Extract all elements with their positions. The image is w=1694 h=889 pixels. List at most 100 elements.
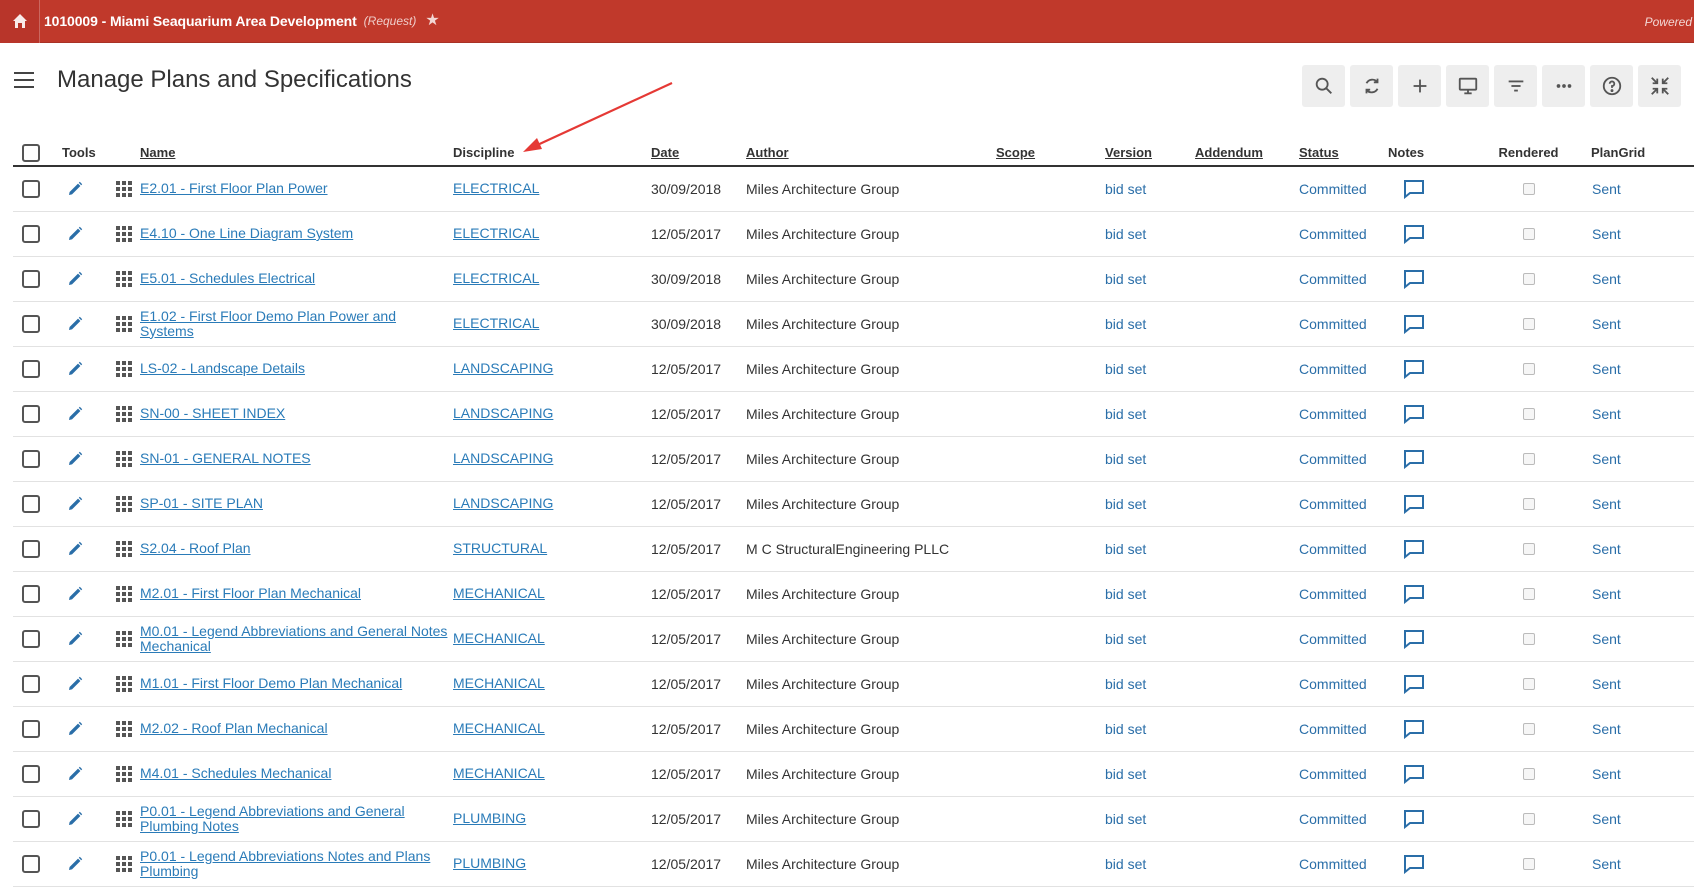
grid-icon[interactable] xyxy=(116,225,132,242)
row-checkbox[interactable] xyxy=(22,584,40,603)
discipline-link[interactable]: MECHANICAL xyxy=(453,766,651,781)
row-select-cell[interactable] xyxy=(13,391,54,437)
header-status[interactable]: Status xyxy=(1299,140,1389,167)
grid-cell[interactable] xyxy=(94,706,141,752)
grid-icon[interactable] xyxy=(116,585,132,602)
grid-cell[interactable] xyxy=(94,661,141,707)
comment-icon[interactable] xyxy=(1403,629,1425,649)
plan-name-link[interactable]: E2.01 - First Floor Plan Power xyxy=(140,181,453,196)
edit-cell[interactable] xyxy=(54,391,94,437)
comment-icon[interactable] xyxy=(1403,539,1425,559)
edit-cell[interactable] xyxy=(54,256,94,302)
more-button[interactable] xyxy=(1542,65,1585,107)
row-select-cell[interactable] xyxy=(13,751,54,797)
star-icon[interactable]: ★ xyxy=(425,13,439,29)
notes-cell[interactable] xyxy=(1388,166,1478,212)
pencil-icon[interactable] xyxy=(67,721,83,737)
plan-name-link[interactable]: SN-01 - GENERAL NOTES xyxy=(140,451,453,466)
plan-name-link[interactable]: LS-02 - Landscape Details xyxy=(140,361,453,376)
notes-cell[interactable] xyxy=(1388,301,1478,347)
edit-cell[interactable] xyxy=(54,571,94,617)
grid-cell[interactable] xyxy=(94,526,141,572)
pencil-icon[interactable] xyxy=(67,316,83,332)
discipline-link[interactable]: PLUMBING xyxy=(453,856,651,871)
row-select-cell[interactable] xyxy=(13,481,54,527)
grid-icon[interactable] xyxy=(116,540,132,557)
notes-cell[interactable] xyxy=(1388,346,1478,392)
grid-cell[interactable] xyxy=(94,796,141,842)
discipline-link[interactable]: MECHANICAL xyxy=(453,676,651,691)
header-date[interactable]: Date xyxy=(651,140,747,167)
refresh-button[interactable] xyxy=(1350,65,1393,107)
grid-icon[interactable] xyxy=(116,855,132,872)
row-checkbox[interactable] xyxy=(22,674,40,693)
row-select-cell[interactable] xyxy=(13,346,54,392)
pencil-icon[interactable] xyxy=(67,271,83,287)
grid-cell[interactable] xyxy=(94,481,141,527)
pencil-icon[interactable] xyxy=(67,631,83,647)
pencil-icon[interactable] xyxy=(67,451,83,467)
notes-cell[interactable] xyxy=(1388,481,1478,527)
discipline-link[interactable]: MECHANICAL xyxy=(453,721,651,736)
comment-icon[interactable] xyxy=(1403,494,1425,514)
grid-cell[interactable] xyxy=(94,346,141,392)
header-addendum[interactable]: Addendum xyxy=(1195,140,1300,167)
row-checkbox[interactable] xyxy=(22,269,40,288)
edit-cell[interactable] xyxy=(54,346,94,392)
plan-name-link[interactable]: M0.01 - Legend Abbreviations and General… xyxy=(140,623,453,654)
discipline-link[interactable]: LANDSCAPING xyxy=(453,496,651,511)
comment-icon[interactable] xyxy=(1403,584,1425,604)
edit-cell[interactable] xyxy=(54,661,94,707)
plan-name-link[interactable]: P0.01 - Legend Abbreviations and General… xyxy=(140,803,453,834)
notes-cell[interactable] xyxy=(1388,706,1478,752)
edit-cell[interactable] xyxy=(54,166,94,212)
row-select-cell[interactable] xyxy=(13,301,54,347)
row-checkbox[interactable] xyxy=(22,629,40,648)
discipline-link[interactable]: LANDSCAPING xyxy=(453,451,651,466)
row-select-cell[interactable] xyxy=(13,256,54,302)
add-button[interactable] xyxy=(1398,65,1441,107)
row-select-cell[interactable] xyxy=(13,526,54,572)
grid-icon[interactable] xyxy=(116,315,132,332)
pencil-icon[interactable] xyxy=(67,541,83,557)
grid-cell[interactable] xyxy=(94,301,141,347)
row-checkbox[interactable] xyxy=(22,404,40,423)
header-author[interactable]: Author xyxy=(746,140,997,167)
header-discipline[interactable]: Discipline xyxy=(453,140,652,167)
grid-icon[interactable] xyxy=(116,180,132,197)
notes-cell[interactable] xyxy=(1388,571,1478,617)
row-select-cell[interactable] xyxy=(13,571,54,617)
edit-cell[interactable] xyxy=(54,841,94,887)
row-select-cell[interactable] xyxy=(13,841,54,887)
grid-icon[interactable] xyxy=(116,765,132,782)
discipline-link[interactable]: MECHANICAL xyxy=(453,631,651,646)
edit-cell[interactable] xyxy=(54,616,94,662)
notes-cell[interactable] xyxy=(1388,391,1478,437)
grid-icon[interactable] xyxy=(116,270,132,287)
grid-icon[interactable] xyxy=(116,360,132,377)
row-checkbox[interactable] xyxy=(22,449,40,468)
pencil-icon[interactable] xyxy=(67,226,83,242)
discipline-link[interactable]: ELECTRICAL xyxy=(453,316,651,331)
row-checkbox[interactable] xyxy=(22,314,40,333)
filter-button[interactable] xyxy=(1494,65,1537,107)
grid-cell[interactable] xyxy=(94,391,141,437)
plan-name-link[interactable]: E1.02 - First Floor Demo Plan Power and … xyxy=(140,308,453,339)
notes-cell[interactable] xyxy=(1388,751,1478,797)
plan-name-link[interactable]: M2.02 - Roof Plan Mechanical xyxy=(140,721,453,736)
row-select-cell[interactable] xyxy=(13,211,54,257)
comment-icon[interactable] xyxy=(1403,404,1425,424)
plan-name-link[interactable]: M2.01 - First Floor Plan Mechanical xyxy=(140,586,453,601)
notes-cell[interactable] xyxy=(1388,796,1478,842)
edit-cell[interactable] xyxy=(54,301,94,347)
grid-icon[interactable] xyxy=(116,405,132,422)
help-button[interactable] xyxy=(1590,65,1633,107)
comment-icon[interactable] xyxy=(1403,764,1425,784)
comment-icon[interactable] xyxy=(1403,179,1425,199)
header-scope[interactable]: Scope xyxy=(996,140,1106,167)
plan-name-link[interactable]: E5.01 - Schedules Electrical xyxy=(140,271,453,286)
grid-cell[interactable] xyxy=(94,841,141,887)
row-checkbox[interactable] xyxy=(22,359,40,378)
grid-icon[interactable] xyxy=(116,495,132,512)
edit-cell[interactable] xyxy=(54,481,94,527)
